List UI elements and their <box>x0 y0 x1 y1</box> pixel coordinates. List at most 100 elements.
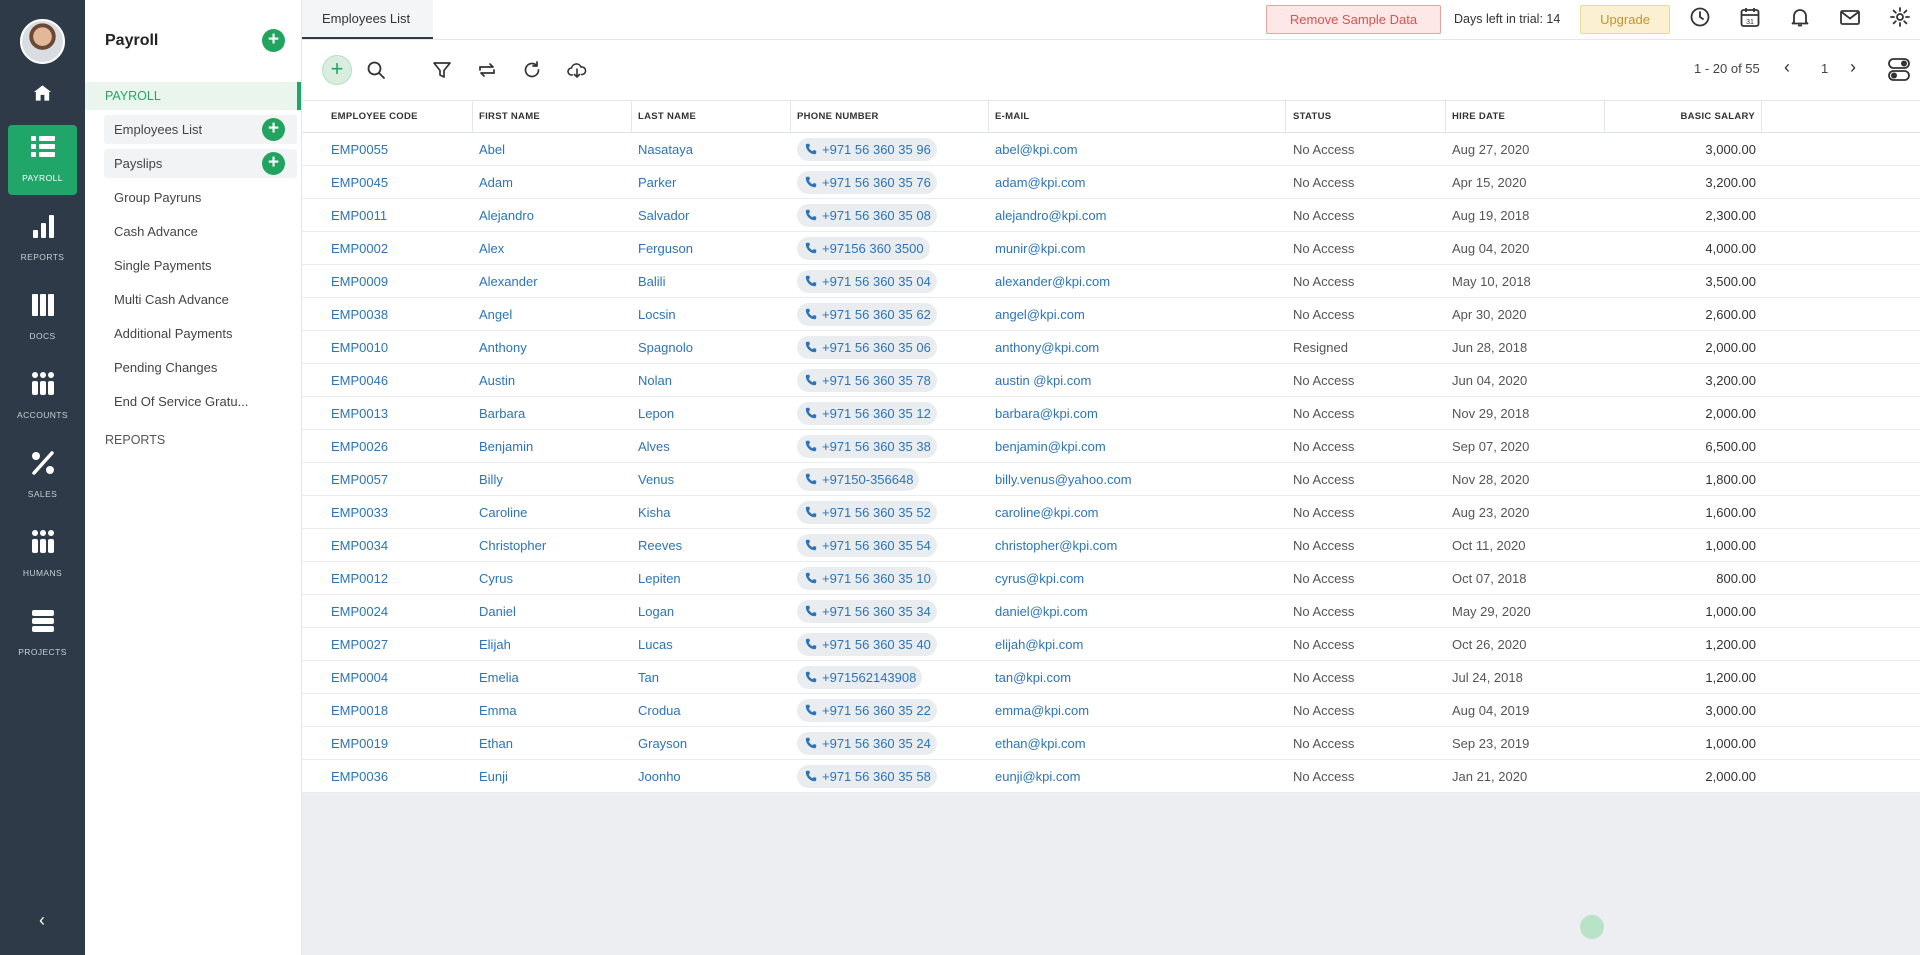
add-employee-toolbar-button[interactable]: + <box>322 55 352 85</box>
phone-pill[interactable]: +971 56 360 35 62 <box>797 303 937 326</box>
employee-code-cell[interactable]: EMP0004 <box>331 661 471 694</box>
employee-code-cell[interactable]: EMP0013 <box>331 397 471 430</box>
sidebar-item-group-payruns[interactable]: Group Payruns <box>104 183 297 212</box>
column-header-status[interactable]: STATUS <box>1293 101 1446 133</box>
email-cell[interactable]: angel@kpi.com <box>995 298 1285 331</box>
table-row[interactable]: EMP0018 Emma Crodua +971 56 360 35 22 emma@k… <box>302 694 1920 727</box>
phone-pill[interactable]: +971 56 360 35 04 <box>797 270 937 293</box>
first-name-cell[interactable]: Adam <box>479 166 629 199</box>
email-cell[interactable]: caroline@kpi.com <box>995 496 1285 529</box>
last-name-cell[interactable]: Nasataya <box>638 133 788 166</box>
phone-pill[interactable]: +97156 360 3500 <box>797 237 930 260</box>
email-cell[interactable]: eunji@kpi.com <box>995 760 1285 793</box>
first-name-cell[interactable]: Emelia <box>479 661 629 694</box>
table-row[interactable]: EMP0011 Alejandro Salvador +971 56 360 35 0… <box>302 199 1920 232</box>
sidebar-section-reports[interactable]: REPORTS <box>85 426 301 454</box>
employee-code-cell[interactable]: EMP0057 <box>331 463 471 496</box>
table-row[interactable]: EMP0055 Abel Nasataya +971 56 360 35 96 abel… <box>302 133 1920 166</box>
first-name-cell[interactable]: Daniel <box>479 595 629 628</box>
table-row[interactable]: EMP0045 Adam Parker +971 56 360 35 76 adam@k… <box>302 166 1920 199</box>
first-name-cell[interactable]: Alexander <box>479 265 629 298</box>
employee-code-cell[interactable]: EMP0002 <box>331 232 471 265</box>
first-name-cell[interactable]: Alex <box>479 232 629 265</box>
last-name-cell[interactable]: Grayson <box>638 727 788 760</box>
employee-code-cell[interactable]: EMP0027 <box>331 628 471 661</box>
email-cell[interactable]: barbara@kpi.com <box>995 397 1285 430</box>
add-employee-button[interactable]: + <box>262 118 285 141</box>
home-icon[interactable] <box>33 84 52 102</box>
clock-icon[interactable] <box>1689 6 1711 28</box>
employee-code-cell[interactable]: EMP0024 <box>331 595 471 628</box>
table-row[interactable]: EMP0038 Angel Locsin +971 56 360 35 62 angel… <box>302 298 1920 331</box>
bell-icon[interactable] <box>1789 6 1811 28</box>
phone-pill[interactable]: +971 56 360 35 08 <box>797 204 937 227</box>
sidebar-section-payroll[interactable]: PAYROLL <box>85 82 301 110</box>
table-row[interactable]: EMP0024 Daniel Logan +971 56 360 35 34 danie… <box>302 595 1920 628</box>
first-name-cell[interactable]: Caroline <box>479 496 629 529</box>
phone-pill[interactable]: +971 56 360 35 96 <box>797 138 937 161</box>
last-name-cell[interactable]: Spagnolo <box>638 331 788 364</box>
email-cell[interactable]: austin @kpi.com <box>995 364 1285 397</box>
employee-code-cell[interactable]: EMP0019 <box>331 727 471 760</box>
last-name-cell[interactable]: Lucas <box>638 628 788 661</box>
rail-item-sales[interactable]: SALES <box>8 441 77 511</box>
last-name-cell[interactable]: Parker <box>638 166 788 199</box>
employee-code-cell[interactable]: EMP0034 <box>331 529 471 562</box>
sidebar-item-single-payments[interactable]: Single Payments <box>104 251 297 280</box>
remove-sample-data-button[interactable]: Remove Sample Data <box>1266 5 1441 34</box>
column-header-first-name[interactable]: FIRST NAME <box>479 101 632 133</box>
email-cell[interactable]: christopher@kpi.com <box>995 529 1285 562</box>
previous-page-button[interactable]: ‹ <box>1784 57 1790 78</box>
employee-code-cell[interactable]: EMP0010 <box>331 331 471 364</box>
phone-pill[interactable]: +971 56 360 35 24 <box>797 732 937 755</box>
rail-item-humans[interactable]: HUMANS <box>8 520 77 590</box>
phone-pill[interactable]: +971 56 360 35 52 <box>797 501 937 524</box>
email-cell[interactable]: adam@kpi.com <box>995 166 1285 199</box>
last-name-cell[interactable]: Locsin <box>638 298 788 331</box>
first-name-cell[interactable]: Billy <box>479 463 629 496</box>
column-header-phone[interactable]: PHONE NUMBER <box>797 101 989 133</box>
phone-pill[interactable]: +971 56 360 35 40 <box>797 633 937 656</box>
table-row[interactable]: EMP0012 Cyrus Lepiten +971 56 360 35 10 cyru… <box>302 562 1920 595</box>
table-row[interactable]: EMP0057 Billy Venus +97150-356648 billy.venu… <box>302 463 1920 496</box>
first-name-cell[interactable]: Alejandro <box>479 199 629 232</box>
email-cell[interactable]: emma@kpi.com <box>995 694 1285 727</box>
last-name-cell[interactable]: Lepon <box>638 397 788 430</box>
phone-pill[interactable]: +971 56 360 35 58 <box>797 765 937 788</box>
first-name-cell[interactable]: Anthony <box>479 331 629 364</box>
employee-code-cell[interactable]: EMP0009 <box>331 265 471 298</box>
last-name-cell[interactable]: Crodua <box>638 694 788 727</box>
rail-item-docs[interactable]: DOCS <box>8 283 77 353</box>
first-name-cell[interactable]: Benjamin <box>479 430 629 463</box>
table-row[interactable]: EMP0036 Eunji Joonho +971 56 360 35 58 eunji… <box>302 760 1920 793</box>
email-cell[interactable]: tan@kpi.com <box>995 661 1285 694</box>
last-name-cell[interactable]: Salvador <box>638 199 788 232</box>
gear-icon[interactable] <box>1889 6 1911 28</box>
table-row[interactable]: EMP0034 Christopher Reeves +971 56 360 35 5… <box>302 529 1920 562</box>
phone-pill[interactable]: +971 56 360 35 34 <box>797 600 937 623</box>
email-cell[interactable]: anthony@kpi.com <box>995 331 1285 364</box>
column-header-basic-salary[interactable]: BASIC SALARY <box>1605 101 1762 133</box>
phone-pill[interactable]: +971 56 360 35 22 <box>797 699 937 722</box>
last-name-cell[interactable]: Joonho <box>638 760 788 793</box>
table-row[interactable]: EMP0019 Ethan Grayson +971 56 360 35 24 etha… <box>302 727 1920 760</box>
first-name-cell[interactable]: Austin <box>479 364 629 397</box>
table-row[interactable]: EMP0004 Emelia Tan +971562143908 tan@kpi.com… <box>302 661 1920 694</box>
last-name-cell[interactable]: Logan <box>638 595 788 628</box>
table-row[interactable]: EMP0013 Barbara Lepon +971 56 360 35 12 barb… <box>302 397 1920 430</box>
first-name-cell[interactable]: Eunji <box>479 760 629 793</box>
phone-pill[interactable]: +971 56 360 35 10 <box>797 567 937 590</box>
first-name-cell[interactable]: Barbara <box>479 397 629 430</box>
employee-code-cell[interactable]: EMP0046 <box>331 364 471 397</box>
rail-item-reports[interactable]: REPORTS <box>8 204 77 274</box>
upgrade-button[interactable]: Upgrade <box>1580 5 1670 34</box>
sidebar-item-multi-cash-advance[interactable]: Multi Cash Advance <box>104 285 297 314</box>
filter-icon[interactable] <box>432 60 452 80</box>
sidebar-item-pending-changes[interactable]: Pending Changes <box>104 353 297 382</box>
add-payroll-button[interactable]: + <box>262 29 285 52</box>
next-page-button[interactable]: › <box>1850 57 1856 78</box>
email-cell[interactable]: billy.venus@yahoo.com <box>995 463 1285 496</box>
collapse-sidebar-button[interactable]: ‹ <box>32 910 52 931</box>
mail-icon[interactable] <box>1839 6 1861 28</box>
last-name-cell[interactable]: Tan <box>638 661 788 694</box>
